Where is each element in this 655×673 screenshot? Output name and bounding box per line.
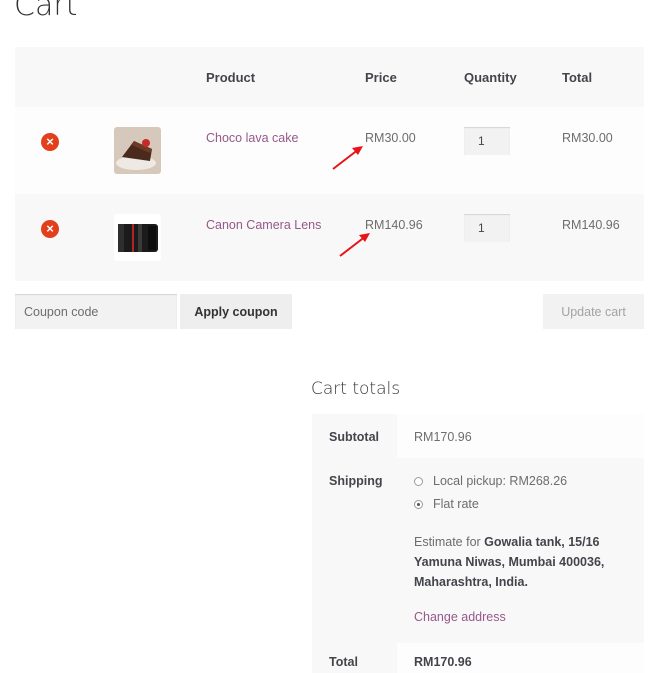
radio-local-pickup[interactable] (414, 476, 423, 486)
update-cart-button[interactable]: Update cart (543, 294, 644, 329)
item-price: RM140.96 (365, 218, 423, 232)
header-quantity: Quantity (464, 47, 562, 107)
camera-lens-thumbnail[interactable] (114, 214, 161, 261)
header-remove (15, 47, 105, 107)
shipping-option-flat-rate[interactable]: Flat rate (414, 497, 644, 511)
remove-item-icon[interactable]: × (41, 220, 59, 238)
subtotal-value: RM170.96 (397, 414, 644, 458)
cart-table: Product Price Quantity Total × Choco lav… (15, 47, 644, 281)
header-product: Product (206, 47, 365, 107)
quantity-input[interactable] (464, 214, 510, 242)
subtotal-label: Subtotal (312, 414, 397, 458)
cart-row: × Choco lava cake RM30.00 RM30.00 (15, 107, 644, 194)
cake-thumbnail[interactable] (114, 127, 161, 174)
cart-row: × Canon Camera Lens RM140.96 RM140.96 (15, 194, 644, 281)
quantity-input[interactable] (464, 127, 510, 155)
shipping-option-local-pickup[interactable]: Local pickup: RM268.26 (414, 474, 644, 488)
radio-flat-rate[interactable] (414, 499, 423, 509)
header-price: Price (365, 47, 464, 107)
item-total: RM30.00 (562, 131, 613, 145)
product-link-canon-camera-lens[interactable]: Canon Camera Lens (206, 218, 365, 232)
cart-totals-table: Subtotal RM170.96 Shipping Local pickup:… (312, 414, 644, 673)
subtotal-row: Subtotal RM170.96 (312, 414, 644, 458)
coupon-code-input[interactable] (15, 294, 177, 329)
cart-totals-title: Cart totals (311, 379, 401, 399)
shipping-option-label[interactable]: Flat rate (433, 497, 479, 511)
apply-coupon-button[interactable]: Apply coupon (180, 294, 292, 329)
shipping-row: Shipping Local pickup: RM268.26 Flat rat… (312, 458, 644, 643)
shipping-label: Shipping (312, 458, 397, 643)
estimate-prefix: Estimate for (414, 535, 481, 549)
remove-item-icon[interactable]: × (41, 133, 59, 151)
header-total: Total (562, 47, 644, 107)
product-link-choco-lava-cake[interactable]: Choco lava cake (206, 131, 365, 145)
header-thumbnail (105, 47, 206, 107)
change-address-link[interactable]: Change address (414, 610, 644, 624)
shipping-option-label[interactable]: Local pickup: RM268.26 (433, 474, 567, 488)
cart-header-row: Product Price Quantity Total (15, 47, 644, 107)
page-title: Cart (14, 0, 78, 23)
item-total: RM140.96 (562, 218, 620, 232)
item-price: RM30.00 (365, 131, 416, 145)
shipping-estimate: Estimate for Gowalia tank, 15/16 Yamuna … (414, 532, 614, 592)
shipping-options: Local pickup: RM268.26 Flat rate Estimat… (397, 458, 644, 643)
